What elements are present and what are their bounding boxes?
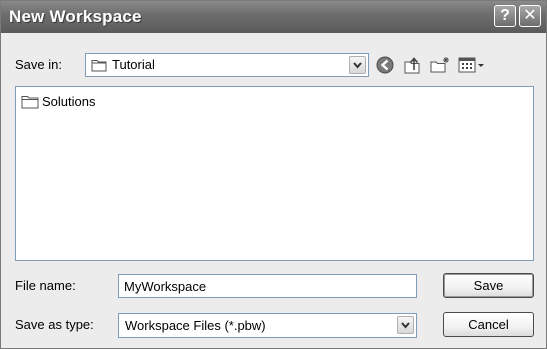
- up-one-level-button[interactable]: [402, 54, 424, 76]
- file-name-field[interactable]: [118, 274, 417, 298]
- save-in-label: Save in:: [15, 57, 62, 72]
- help-button[interactable]: ?: [494, 5, 516, 27]
- create-new-folder-button[interactable]: [429, 54, 451, 76]
- cancel-button[interactable]: Cancel: [443, 312, 534, 337]
- folder-icon: [91, 58, 107, 77]
- close-button[interactable]: ✕: [519, 5, 541, 27]
- save-in-value: Tutorial: [112, 57, 155, 72]
- back-button[interactable]: [374, 54, 396, 76]
- new-workspace-dialog: New Workspace ? ✕ Save in: Tutorial Solu…: [0, 0, 547, 349]
- save-as-type-dropdown-arrow[interactable]: [397, 316, 414, 334]
- save-as-type-dropdown[interactable]: Workspace Files (*.pbw): [118, 313, 417, 338]
- file-name-label: File name:: [15, 278, 76, 293]
- save-as-type-value: Workspace Files (*.pbw): [125, 318, 266, 333]
- view-menu-button[interactable]: [457, 54, 493, 76]
- title-bar[interactable]: New Workspace ? ✕: [1, 1, 546, 33]
- list-item-label: Solutions: [42, 94, 96, 109]
- save-in-dropdown-arrow[interactable]: [349, 56, 366, 74]
- save-as-type-label: Save as type:: [15, 317, 94, 332]
- file-name-input[interactable]: [119, 275, 416, 297]
- save-in-dropdown[interactable]: Tutorial: [85, 53, 369, 77]
- window-title: New Workspace: [9, 7, 142, 26]
- file-list[interactable]: Solutions: [15, 86, 534, 261]
- save-button[interactable]: Save: [443, 273, 534, 298]
